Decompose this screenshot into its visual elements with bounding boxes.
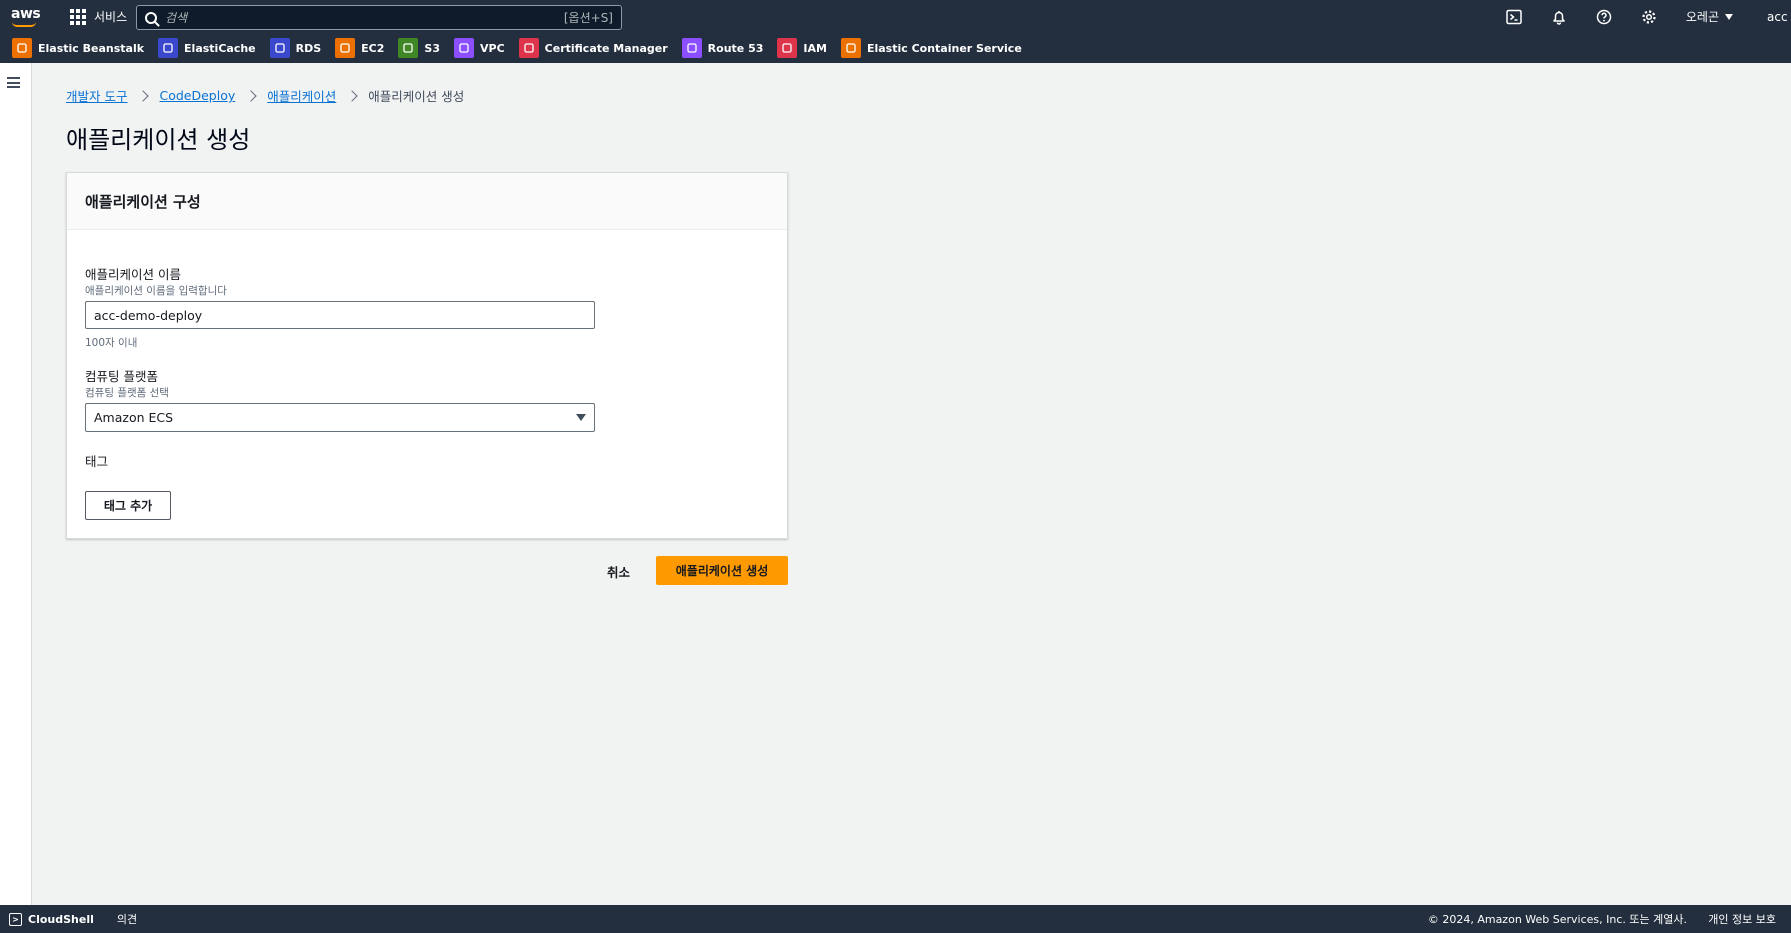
cloudshell-icon: > bbox=[9, 912, 22, 926]
account-menu[interactable]: acc @ bbox=[1767, 10, 1791, 24]
search-input[interactable] bbox=[165, 10, 564, 25]
favorite-route53[interactable]: Route 53 bbox=[681, 38, 764, 58]
notifications-button[interactable] bbox=[1537, 0, 1582, 33]
bell-icon bbox=[1553, 10, 1566, 25]
favorite-label: VPC bbox=[480, 41, 505, 55]
favorite-label: Route 53 bbox=[707, 41, 764, 55]
tags-label: 태그 bbox=[85, 454, 109, 469]
platform-selected-value: Amazon ECS bbox=[94, 410, 174, 425]
page-title: 애플리케이션 생성 bbox=[66, 126, 251, 154]
favorite-label: Elastic Beanstalk bbox=[38, 41, 145, 55]
add-tag-button[interactable]: 태그 추가 bbox=[85, 491, 171, 520]
favorite-label: ElastiCache bbox=[184, 41, 256, 55]
favorite-s3[interactable]: S3 bbox=[398, 38, 440, 58]
region-selector[interactable]: 오레곤 bbox=[1686, 8, 1733, 25]
favorite-label: IAM bbox=[803, 41, 827, 55]
cloudshell-button[interactable] bbox=[1492, 0, 1537, 33]
privacy-link[interactable]: 개인 정보 보호 bbox=[1708, 911, 1776, 927]
menu-toggle-icon[interactable] bbox=[7, 77, 20, 88]
help-icon bbox=[1597, 9, 1612, 24]
breadcrumb-chevron-icon bbox=[245, 89, 257, 102]
ecs-icon bbox=[840, 38, 861, 58]
route53-icon bbox=[681, 38, 702, 58]
breadcrumb-developer-tools[interactable]: 개발자 도구 bbox=[66, 86, 127, 105]
gear-icon bbox=[1642, 9, 1656, 24]
side-navigation-rail bbox=[0, 63, 32, 905]
breadcrumb-current: 애플리케이션 생성 bbox=[368, 89, 465, 104]
services-grid-icon bbox=[70, 8, 86, 25]
search-bar[interactable]: [옵션+S] bbox=[136, 5, 622, 30]
cloudshell-footer-button[interactable]: > CloudShell bbox=[9, 912, 94, 926]
favorite-label: Certificate Manager bbox=[544, 41, 668, 55]
region-label: 오레곤 bbox=[1685, 10, 1719, 24]
app-name-description: 애플리케이션 이름을 입력합니다 bbox=[85, 285, 227, 297]
services-menu-button[interactable]: 서비스 bbox=[70, 8, 127, 25]
beanstalk-icon bbox=[12, 38, 32, 58]
topnav-right-group: 오레곤 acc @ bbox=[1492, 0, 1791, 33]
cancel-button[interactable]: 취소 bbox=[607, 562, 630, 581]
account-label: acc @ bbox=[1767, 9, 1791, 24]
panel-title: 애플리케이션 구성 bbox=[67, 173, 787, 230]
elasticache-icon bbox=[158, 38, 179, 58]
app-name-input[interactable] bbox=[85, 301, 595, 329]
platform-description: 컴퓨팅 플랫폼 선택 bbox=[85, 387, 169, 399]
certificate-manager-icon bbox=[518, 38, 539, 58]
favorite-label: Elastic Container Service bbox=[866, 41, 1022, 55]
favorite-label: EC2 bbox=[361, 41, 385, 55]
breadcrumb-chevron-icon bbox=[137, 89, 150, 102]
iam-icon bbox=[777, 38, 798, 58]
s3-icon bbox=[398, 38, 419, 58]
caret-down-icon bbox=[576, 414, 586, 421]
application-config-panel: 애플리케이션 구성 애플리케이션 이름 애플리케이션 이름을 입력합니다 100… bbox=[66, 172, 788, 539]
favorite-vpc[interactable]: VPC bbox=[454, 38, 505, 58]
ec2-icon bbox=[335, 38, 356, 58]
favorite-certificate-manager[interactable]: Certificate Manager bbox=[518, 38, 668, 58]
platform-label: 컴퓨팅 플랫폼 bbox=[85, 369, 158, 384]
rds-icon bbox=[269, 38, 290, 58]
aws-smile-icon bbox=[12, 22, 36, 27]
favorite-iam[interactable]: IAM bbox=[777, 38, 827, 58]
favorite-beanstalk[interactable]: Elastic Beanstalk bbox=[12, 38, 144, 58]
search-icon bbox=[145, 11, 157, 24]
copyright-text: © 2024, Amazon Web Services, Inc. 또는 계열사… bbox=[1427, 913, 1687, 926]
settings-button[interactable] bbox=[1627, 0, 1672, 33]
breadcrumb: 개발자 도구 CodeDeploy 애플리케이션 애플리케이션 생성 bbox=[66, 86, 464, 105]
platform-select[interactable]: Amazon ECS bbox=[85, 403, 595, 432]
footer: > CloudShell 의견 © 2024, Amazon Web Servi… bbox=[0, 905, 1791, 933]
cloudshell-icon bbox=[1506, 9, 1523, 24]
favorites-bar: Elastic Beanstalk ElastiCache RDS EC2 S3 VPC C… bbox=[0, 33, 1791, 63]
aws-logo[interactable]: aws bbox=[11, 6, 41, 27]
help-button[interactable] bbox=[1582, 0, 1627, 33]
search-shortcut-hint: [옵션+S] bbox=[563, 11, 613, 25]
cloudshell-label: CloudShell bbox=[28, 912, 94, 926]
region-caret-icon bbox=[1725, 13, 1733, 20]
vpc-icon bbox=[454, 38, 474, 58]
favorite-elasticache[interactable]: ElastiCache bbox=[158, 38, 256, 58]
aws-logo-text: aws bbox=[11, 6, 41, 22]
favorite-label: RDS bbox=[295, 41, 322, 55]
favorite-ec2[interactable]: EC2 bbox=[335, 38, 384, 58]
breadcrumb-chevron-icon bbox=[346, 89, 358, 102]
top-navigation: aws 서비스 [옵션+S] 오레곤 acc @ bbox=[0, 0, 1791, 33]
breadcrumb-applications[interactable]: 애플리케이션 bbox=[267, 86, 336, 105]
favorite-ecs[interactable]: Elastic Container Service bbox=[840, 38, 1022, 58]
services-label: 서비스 bbox=[94, 10, 128, 24]
favorite-rds[interactable]: RDS bbox=[269, 38, 322, 58]
breadcrumb-codedeploy[interactable]: CodeDeploy bbox=[159, 88, 235, 103]
app-name-constraint: 100자 이내 bbox=[85, 337, 138, 349]
create-application-button[interactable]: 애플리케이션 생성 bbox=[656, 556, 788, 585]
app-name-label: 애플리케이션 이름 bbox=[85, 267, 181, 282]
favorite-label: S3 bbox=[424, 41, 440, 55]
feedback-link[interactable]: 의견 bbox=[117, 911, 137, 927]
